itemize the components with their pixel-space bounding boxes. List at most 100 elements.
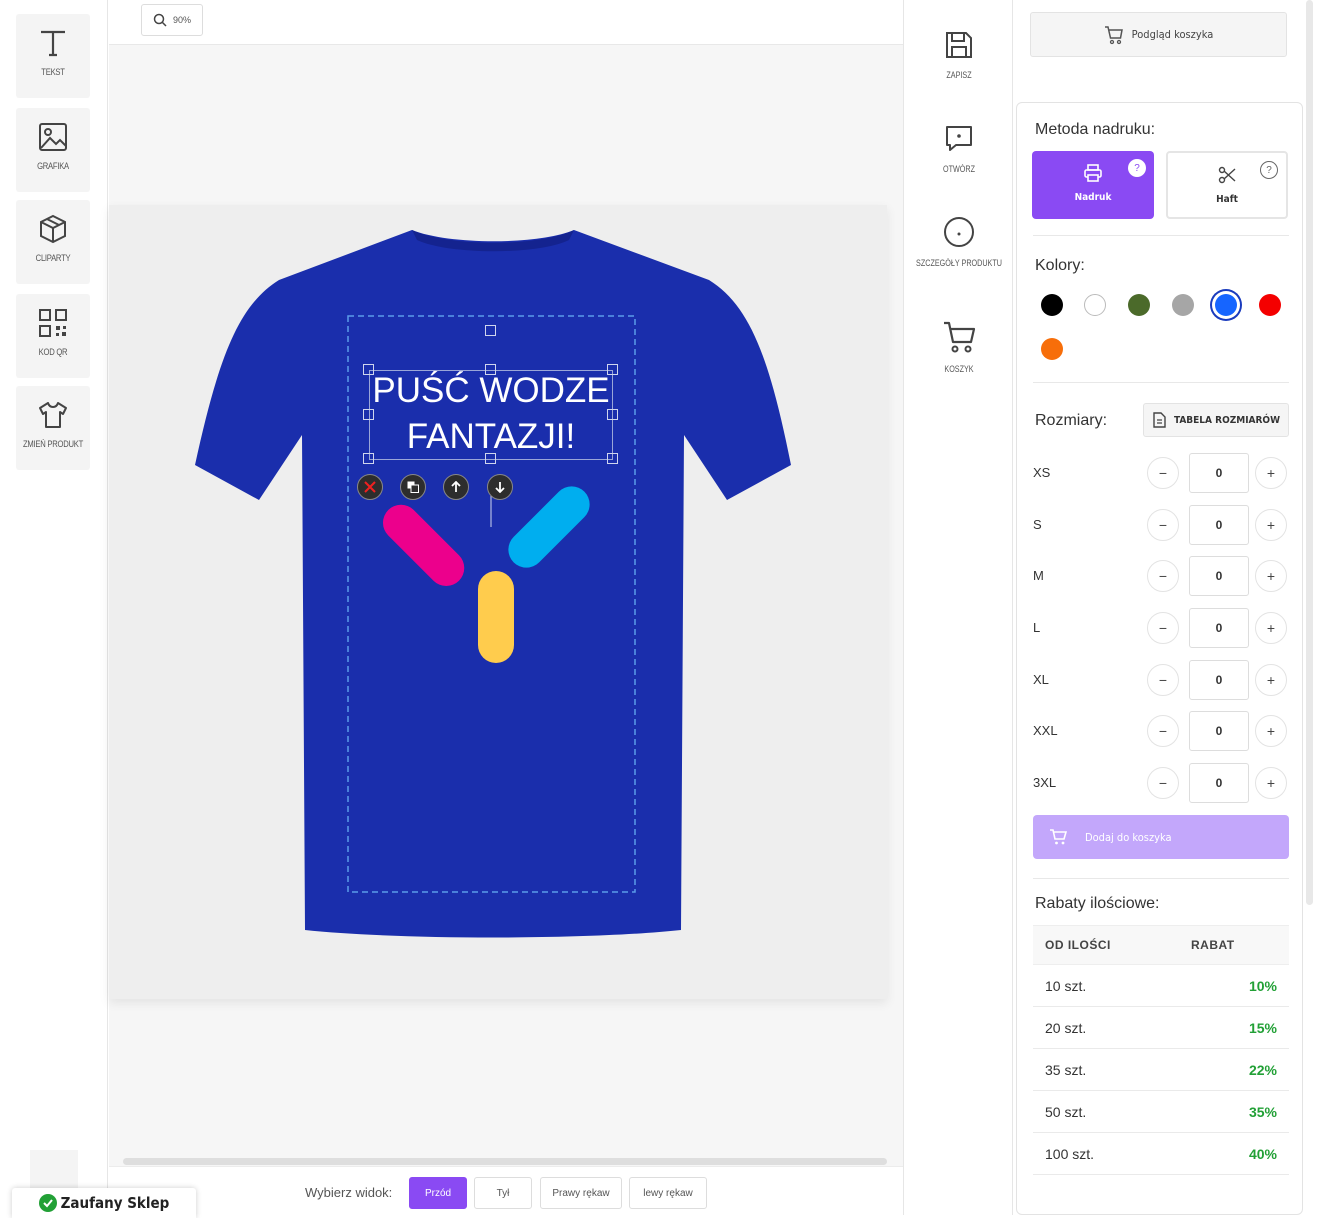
tool-label: KOD QR — [38, 347, 68, 357]
color-swatch-black[interactable] — [1041, 294, 1063, 316]
resize-handle[interactable] — [485, 453, 496, 464]
resize-handle[interactable] — [607, 364, 618, 375]
size-label: L — [1033, 620, 1041, 635]
size-row-m: M − + — [1033, 556, 1293, 596]
color-swatch-red[interactable] — [1259, 294, 1281, 316]
resize-handle[interactable] — [607, 409, 618, 420]
tool-clipart[interactable]: CLIPARTY — [16, 200, 90, 284]
cart-icon — [944, 321, 976, 353]
increase-button[interactable]: + — [1255, 664, 1287, 696]
color-swatch-green[interactable] — [1128, 294, 1150, 316]
quantity-input[interactable] — [1189, 505, 1249, 545]
trusted-shop-badge[interactable]: Zaufany Sklep — [12, 1188, 196, 1218]
decrease-button[interactable]: − — [1147, 509, 1179, 541]
quantity-input[interactable] — [1189, 711, 1249, 751]
color-swatch-orange[interactable] — [1041, 338, 1063, 360]
action-label: ZAPISZ — [946, 70, 972, 80]
help-icon[interactable]: ? — [1260, 161, 1278, 179]
increase-button[interactable]: + — [1255, 767, 1287, 799]
increase-button[interactable]: + — [1255, 457, 1287, 489]
size-label: XXL — [1033, 723, 1058, 738]
printer-icon — [1084, 164, 1102, 182]
sizes-title: Rozmiary: — [1035, 412, 1108, 429]
add-to-cart-button[interactable]: Dodaj do koszyka — [1033, 815, 1289, 859]
discount-rate: 22% — [1248, 1061, 1277, 1078]
delete-object-button[interactable] — [357, 474, 383, 500]
resize-handle[interactable] — [363, 453, 374, 464]
discount-qty: 20 szt. — [1045, 1019, 1087, 1036]
discount-qty: 10 szt. — [1045, 977, 1087, 994]
cart-preview-button[interactable]: Podgląd koszyka — [1030, 12, 1287, 57]
view-label: Wybierz widok: — [305, 1185, 393, 1200]
horizontal-scrollbar[interactable] — [123, 1158, 887, 1165]
save-button[interactable]: ZAPISZ — [904, 30, 1014, 83]
add-to-cart-label: Dodaj do koszyka — [1085, 830, 1172, 844]
resize-handle[interactable] — [485, 364, 496, 375]
cart-icon — [1050, 829, 1067, 845]
resize-handle[interactable] — [363, 364, 374, 375]
tool-graphic[interactable]: GRAFIKA — [16, 108, 90, 192]
decrease-button[interactable]: − — [1147, 457, 1179, 489]
bring-forward-button[interactable] — [443, 474, 469, 500]
zoom-control[interactable]: 90% — [141, 4, 203, 36]
quantity-input[interactable] — [1189, 453, 1249, 493]
tool-change-product[interactable]: ZMIEŃ PRODUKT — [16, 386, 90, 470]
table-row: 20 szt. 15% — [1033, 1007, 1289, 1049]
design-text-object[interactable]: PUŚĆ WODZE FANTAZJI! — [370, 368, 612, 460]
discount-qty: 50 szt. — [1045, 1103, 1087, 1120]
copy-icon — [407, 481, 419, 493]
duplicate-object-button[interactable] — [400, 474, 426, 500]
increase-button[interactable]: + — [1255, 715, 1287, 747]
view-front-button[interactable]: Przód — [409, 1177, 467, 1209]
size-label: M — [1033, 568, 1044, 583]
size-table-button[interactable]: TABELA ROZMIARÓW — [1143, 403, 1289, 437]
decrease-button[interactable]: − — [1147, 664, 1179, 696]
color-swatch-gray[interactable] — [1172, 294, 1194, 316]
divider — [1033, 235, 1289, 236]
cart-preview-label: Podgląd koszyka — [1131, 28, 1214, 41]
image-icon — [39, 123, 67, 151]
size-row-xl: XL − + — [1033, 660, 1293, 700]
open-icon — [946, 126, 972, 151]
action-label: KOSZYK — [944, 364, 974, 374]
quantity-input[interactable] — [1189, 556, 1249, 596]
increase-button[interactable]: + — [1255, 560, 1287, 592]
view-right-sleeve-button[interactable]: Prawy rękaw — [540, 1177, 622, 1209]
tool-qr[interactable]: KOD QR — [16, 294, 90, 378]
discount-qty: 100 szt. — [1045, 1145, 1095, 1162]
discount-qty: 35 szt. — [1045, 1061, 1087, 1078]
resize-handle[interactable] — [363, 409, 374, 420]
scrollbar-thumb[interactable] — [1306, 0, 1313, 905]
decrease-button[interactable]: − — [1147, 612, 1179, 644]
increase-button[interactable]: + — [1255, 612, 1287, 644]
design-canvas[interactable] — [109, 44, 903, 1166]
vertical-scrollbar[interactable] — [1303, 0, 1319, 1215]
decrease-button[interactable]: − — [1147, 560, 1179, 592]
view-back-button[interactable]: Tył — [474, 1177, 532, 1209]
rotate-handle[interactable] — [485, 325, 496, 336]
divider — [1033, 382, 1289, 383]
color-swatch-blue[interactable] — [1215, 294, 1237, 316]
view-left-sleeve-button[interactable]: lewy rękaw — [629, 1177, 707, 1209]
cart-button[interactable]: KOSZYK — [904, 320, 1014, 377]
decrease-button[interactable]: − — [1147, 715, 1179, 747]
product-details-button[interactable]: SZCZEGÓŁY PRODUKTU — [904, 216, 1014, 271]
method-print-button[interactable]: Nadruk ? — [1032, 151, 1154, 219]
decrease-button[interactable]: − — [1147, 767, 1179, 799]
discount-table-header: OD ILOŚCI RABAT — [1033, 925, 1289, 965]
action-label: SZCZEGÓŁY PRODUKTU — [916, 258, 1002, 268]
open-button[interactable]: OTWÓRZ — [904, 124, 1014, 177]
quantity-input[interactable] — [1189, 660, 1249, 700]
color-swatch-white[interactable] — [1084, 294, 1106, 316]
increase-button[interactable]: + — [1255, 509, 1287, 541]
method-embroidery-button[interactable]: Haft ? — [1166, 151, 1288, 219]
help-icon[interactable]: ? — [1128, 159, 1146, 177]
divider — [1033, 878, 1289, 879]
size-row-l: L − + — [1033, 608, 1293, 648]
quantity-input[interactable] — [1189, 608, 1249, 648]
tool-text[interactable]: TEKST — [16, 14, 90, 98]
product-preview — [109, 205, 887, 999]
resize-handle[interactable] — [607, 453, 618, 464]
send-backward-button[interactable] — [487, 474, 513, 500]
quantity-input[interactable] — [1189, 763, 1249, 803]
